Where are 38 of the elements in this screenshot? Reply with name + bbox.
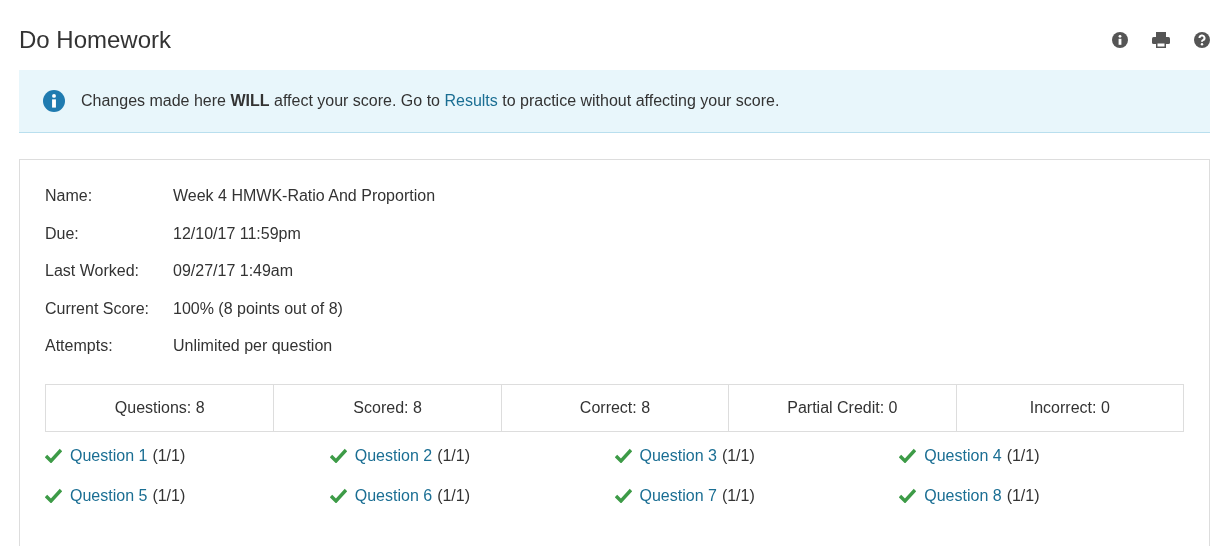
summary-cell: Incorrect: 0 xyxy=(955,384,1183,431)
question-score: (1/1) xyxy=(152,445,186,466)
detail-value: Unlimited per question xyxy=(173,336,333,356)
detail-value: 100% (8 points out of 8) xyxy=(173,298,343,319)
question-link[interactable]: Question 5 xyxy=(70,483,148,508)
detail-label: Attempts: xyxy=(45,336,114,356)
question-score: (1/1) xyxy=(1006,445,1040,466)
question-score: (1/1) xyxy=(437,445,471,466)
summary-cell: Correct: 8 xyxy=(500,384,729,431)
question-link[interactable]: Question 6 xyxy=(354,483,433,508)
detail-label: Current Score: xyxy=(45,298,151,319)
detail-label: Name: xyxy=(45,186,94,206)
question-link[interactable]: Question 3 xyxy=(639,443,717,468)
question-link[interactable]: Question 1 xyxy=(70,443,148,468)
question-score: (1/1) xyxy=(1006,485,1040,506)
question-link[interactable]: Question 8 xyxy=(924,483,1002,508)
summary-cell: Scored: 8 xyxy=(273,384,501,431)
question-score: (1/1) xyxy=(721,485,755,506)
detail-value: 12/10/17 11:59pm xyxy=(173,223,301,244)
results-link[interactable]: Results xyxy=(444,92,498,109)
page-title: Do Homework xyxy=(19,25,172,55)
question-score: (1/1) xyxy=(152,485,186,506)
info-icon xyxy=(43,90,65,112)
question-link[interactable]: Question 4 xyxy=(924,443,1002,468)
summary-cell: Partial Credit: 0 xyxy=(728,384,956,431)
summary-cell-text: Questions: 8 xyxy=(113,397,206,418)
detail-value: 09/27/17 1:49am xyxy=(173,261,294,281)
info-icon[interactable] xyxy=(1112,32,1128,48)
help-icon[interactable] xyxy=(1194,32,1210,48)
question-score: (1/1) xyxy=(437,485,471,506)
detail-label: Due: xyxy=(45,223,80,244)
question-score: (1/1) xyxy=(721,445,755,466)
print-icon[interactable] xyxy=(1152,32,1170,48)
question-link[interactable]: Question 2 xyxy=(354,443,433,468)
detail-label: Last Worked: xyxy=(45,261,140,281)
question-link[interactable]: Question 7 xyxy=(639,483,717,508)
detail-value: Week 4 HMWK-Ratio And Proportion xyxy=(173,186,436,206)
notice-text: Changes made here WILL affect your score. Go to Results to practice without affecting your score. xyxy=(81,91,780,111)
